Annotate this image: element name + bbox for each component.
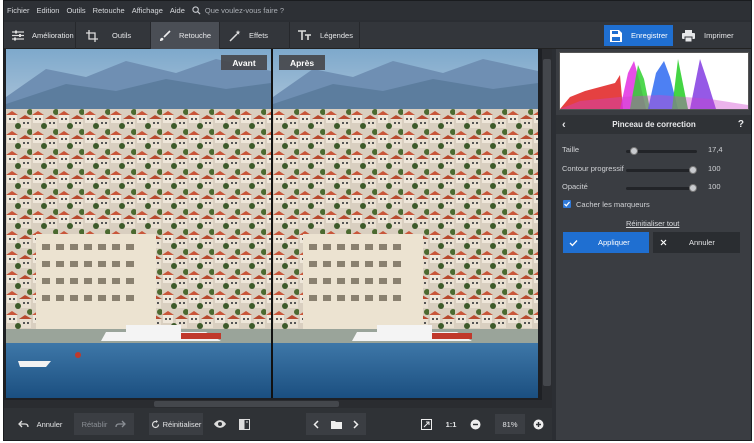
reset-all-link[interactable]: Réinitialiser tout — [626, 219, 679, 228]
redo-button[interactable]: Rétablir — [74, 413, 134, 435]
size-label: Taille — [562, 145, 580, 154]
search-icon — [192, 6, 201, 15]
feather-slider[interactable] — [626, 166, 697, 174]
printer-icon — [682, 29, 695, 42]
tab-legendes-label: Légendes — [320, 31, 353, 40]
tab-outils[interactable]: Outils — [76, 22, 151, 49]
apply-button[interactable]: Appliquer — [563, 232, 649, 253]
save-icon — [610, 29, 622, 42]
panel-title: Pinceau de correction — [612, 120, 696, 129]
cancel-label: Annuler — [689, 238, 715, 247]
after-label: Après — [279, 55, 325, 70]
redo-icon — [115, 420, 127, 428]
compare-button[interactable] — [234, 413, 254, 435]
rotate-icon — [151, 419, 159, 428]
menu-affichage[interactable]: Affichage — [132, 6, 163, 15]
opacity-slider[interactable] — [626, 184, 697, 192]
tab-retouche[interactable]: Retouche — [151, 22, 220, 49]
search-placeholder: Que voulez-vous faire ? — [204, 6, 285, 15]
menu-bar: Fichier Edition Outils Retouche Affichag… — [4, 1, 751, 20]
tab-amelioration-label: Amélioration — [32, 31, 74, 40]
tab-legendes[interactable]: Légendes — [290, 22, 360, 49]
brush-icon — [160, 29, 171, 41]
menu-edition[interactable]: Edition — [37, 6, 60, 15]
before-label: Avant — [221, 55, 267, 70]
menu-retouche[interactable]: Retouche — [93, 6, 125, 15]
zoom-actual-size-button[interactable]: 1:1 — [441, 413, 461, 435]
folder-icon — [330, 420, 342, 429]
bottom-bar: Annuler Rétablir Réinitialiser 1:1 81% — [4, 408, 552, 440]
magic-wand-icon — [229, 29, 241, 42]
size-value: 17,4 — [708, 145, 723, 154]
search-box[interactable]: Que voulez-vous faire ? — [192, 6, 284, 15]
browse-folder-button[interactable] — [326, 413, 346, 435]
help-icon[interactable]: ? — [738, 119, 744, 130]
hide-markers-checkbox[interactable] — [563, 200, 571, 208]
undo-label: Annuler — [36, 419, 63, 429]
undo-button[interactable]: Annuler — [10, 413, 70, 435]
tab-amelioration[interactable]: Amélioration — [4, 22, 76, 49]
back-icon[interactable]: ‹ — [562, 119, 566, 131]
size-slider-knob[interactable] — [630, 147, 639, 155]
minus-circle-icon — [470, 419, 480, 429]
tab-retouche-label: Retouche — [179, 31, 212, 40]
reset-button[interactable]: Réinitialiser — [149, 413, 203, 435]
crop-icon — [86, 29, 98, 42]
menu-outils[interactable]: Outils — [66, 6, 85, 15]
fit-screen-icon — [420, 418, 432, 430]
next-image-button[interactable] — [346, 413, 366, 435]
zoom-out-button[interactable] — [465, 413, 485, 435]
before-photo[interactable]: Avant — [6, 49, 271, 398]
horizontal-scroll-thumb[interactable] — [154, 401, 339, 407]
apply-label: Appliquer — [598, 238, 630, 247]
save-label: Enregistrer — [631, 31, 668, 40]
image-canvas[interactable]: Avant Après — [4, 49, 542, 400]
photo-image-after — [273, 49, 538, 398]
redo-label: Rétablir — [81, 419, 108, 429]
reset-label: Réinitialiser — [162, 419, 202, 429]
sliders-icon — [12, 30, 24, 41]
panel-header: ‹ Pinceau de correction ? — [556, 115, 751, 134]
opacity-slider-knob[interactable] — [689, 184, 697, 192]
fit-to-screen-button[interactable] — [416, 413, 436, 435]
cancel-button[interactable]: Annuler — [653, 232, 740, 253]
app-window: Fichier Edition Outils Retouche Affichag… — [3, 0, 752, 441]
close-icon — [660, 239, 667, 246]
tab-effets[interactable]: Effets — [220, 22, 290, 49]
right-panel: ‹ Pinceau de correction ? Taille 17,4 Co… — [556, 49, 751, 440]
menu-fichier[interactable]: Fichier — [7, 6, 30, 15]
undo-icon — [17, 420, 29, 428]
prev-image-button[interactable] — [306, 413, 326, 435]
after-photo[interactable]: Après — [273, 49, 538, 398]
horizontal-scrollbar[interactable] — [4, 400, 552, 408]
tab-effets-label: Effets — [249, 31, 269, 40]
zoom-in-button[interactable] — [528, 413, 548, 435]
feather-value: 100 — [708, 164, 721, 173]
photo-image — [6, 49, 271, 398]
plus-circle-icon — [533, 419, 543, 429]
check-icon — [564, 201, 570, 207]
hide-markers-label[interactable]: Cacher les marqueurs — [576, 200, 650, 209]
zoom-level-field[interactable]: 81% — [495, 414, 525, 434]
feather-label: Contour progressif — [562, 164, 624, 173]
vertical-scroll-thumb[interactable] — [543, 59, 551, 386]
check-icon — [569, 239, 578, 246]
vertical-scrollbar[interactable] — [542, 49, 552, 400]
tab-outils-label: Outils — [112, 31, 132, 40]
size-slider[interactable] — [626, 147, 697, 155]
chevron-right-icon — [353, 419, 359, 429]
eye-icon — [214, 420, 226, 428]
print-label: Imprimer — [704, 31, 734, 40]
feather-slider-knob[interactable] — [689, 166, 697, 174]
opacity-value: 100 — [708, 182, 721, 191]
chevron-left-icon — [313, 419, 319, 429]
menu-aide[interactable]: Aide — [170, 6, 185, 15]
opacity-label: Opacité — [562, 182, 588, 191]
text-icon — [298, 30, 311, 40]
compare-icon — [238, 418, 250, 430]
print-button[interactable]: Imprimer — [677, 25, 749, 46]
preview-button[interactable] — [210, 413, 230, 435]
save-button[interactable]: Enregistrer — [604, 25, 673, 46]
histogram — [559, 52, 749, 110]
